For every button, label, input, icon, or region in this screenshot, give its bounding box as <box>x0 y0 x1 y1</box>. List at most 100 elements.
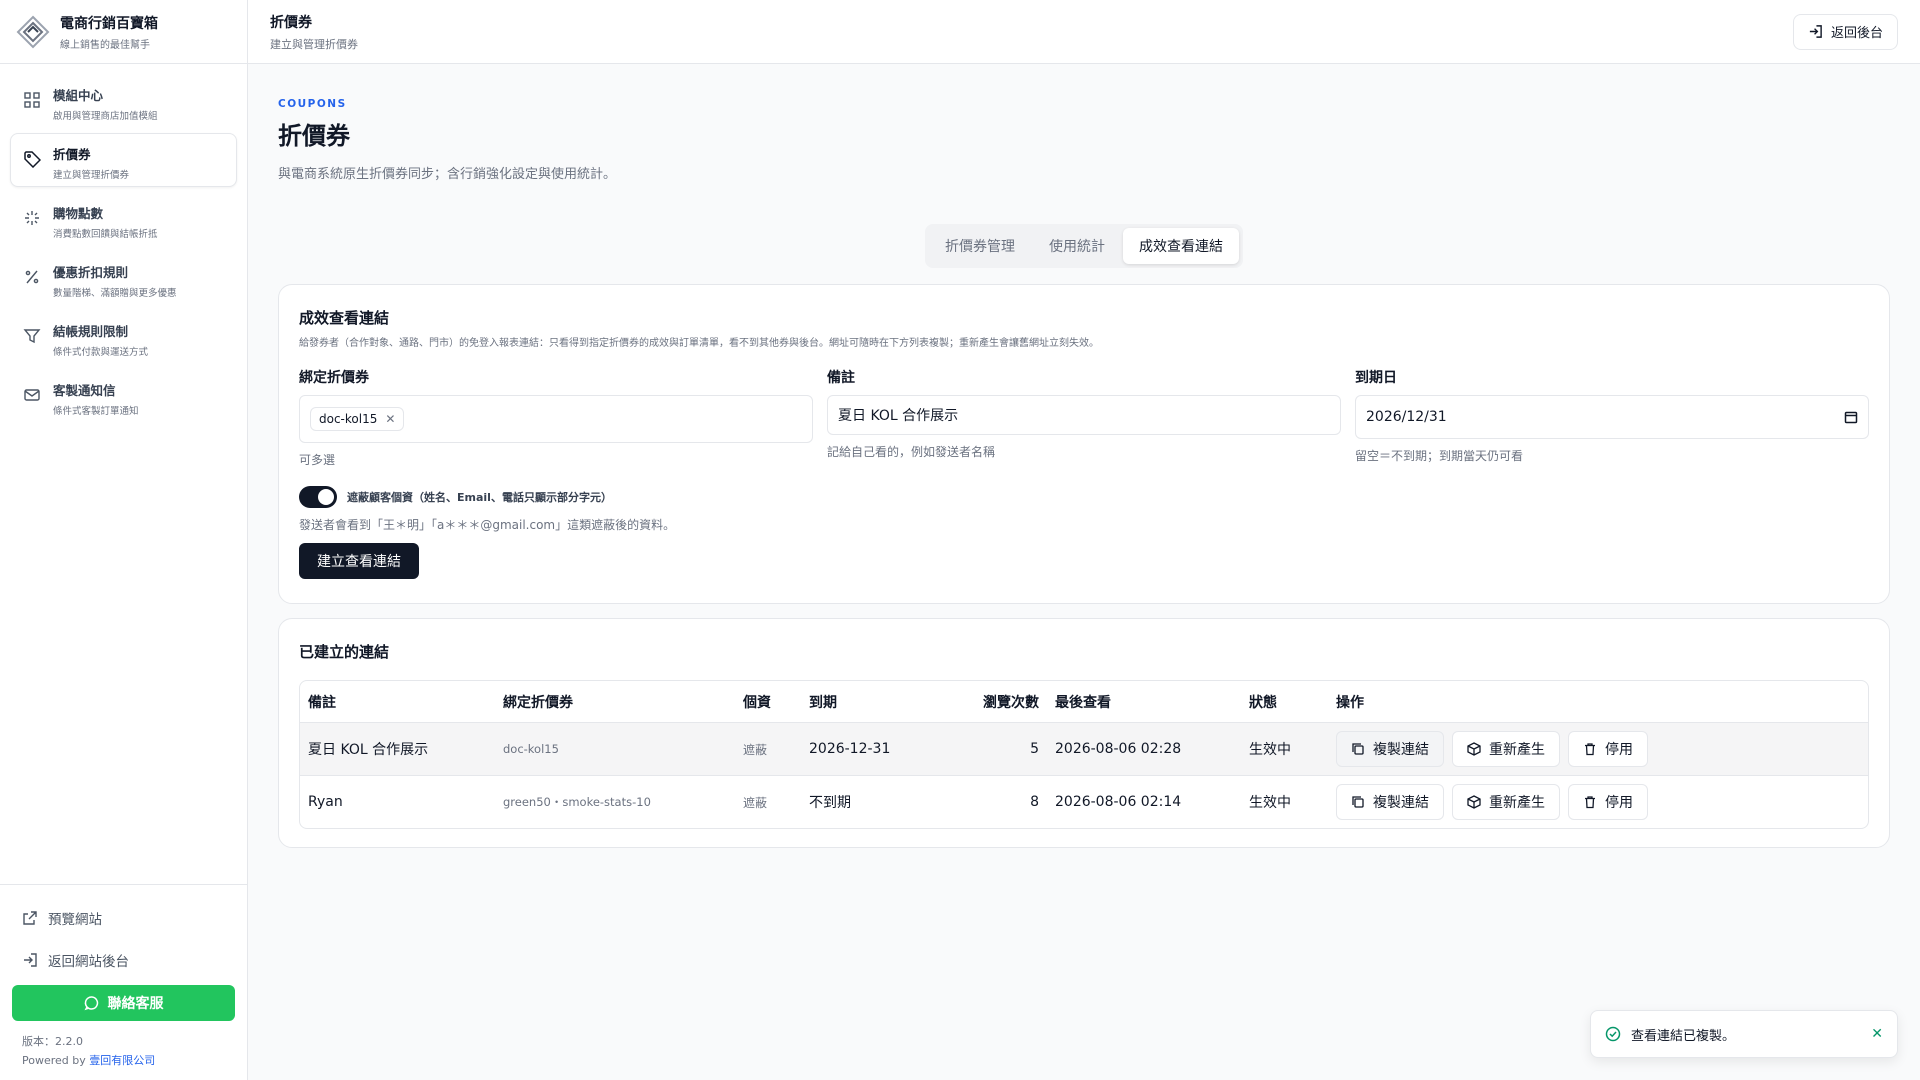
contact-support-button[interactable]: 聯絡客服 <box>12 985 235 1021</box>
back-to-admin-button[interactable]: 返回後台 <box>1792 13 1898 50</box>
disable-button[interactable]: 停用 <box>1568 784 1648 820</box>
tab-performance-links[interactable]: 成效查看連結 <box>1123 228 1239 264</box>
sign-in-icon <box>1809 25 1822 38</box>
sidebar-item-label: 折價券 <box>53 147 91 162</box>
sidebar-item-discount-rules[interactable]: 優惠折扣規則數量階梯、滿額贈與更多優惠 <box>10 251 237 305</box>
sidebar-item-modules[interactable]: 模組中心 啟用與管理商店加值模組 <box>10 74 237 128</box>
coupon-field-label: 綁定折價券 <box>299 370 369 386</box>
row-expiry: 2026-12-31 <box>809 741 891 757</box>
copy-link-label: 複製連結 <box>1373 795 1429 811</box>
coupon-field: 綁定折價券 doc-kol15 ✕ 可多選 <box>299 367 813 468</box>
sidebar-item-desc: 數量階梯、滿額贈與更多優惠 <box>53 288 177 299</box>
tab-usage-stats[interactable]: 使用統計 <box>1033 228 1121 264</box>
row-last-viewed: 2026-08-06 02:14 <box>1055 794 1182 810</box>
sidebar-item-checkout-rules[interactable]: 結帳規則限制條件式付款與運送方式 <box>10 310 237 364</box>
sidebar-item-label: 優惠折扣規則 <box>53 265 129 280</box>
copy-link-button[interactable]: 複製連結 <box>1336 731 1444 767</box>
table-header: 備註 綁定折價券 個資 到期 瀏覽次數 最後查看 狀態 操作 <box>300 681 1868 722</box>
regenerate-button[interactable]: 重新產生 <box>1452 731 1560 767</box>
sidebar-item-notifications[interactable]: 客製通知信條件式客製訂單通知 <box>10 369 237 423</box>
back-to-admin-label: 返回後台 <box>1830 26 1883 41</box>
toast-message: 查看連結已複製。 <box>1631 1028 1736 1044</box>
column-header: 瀏覽次數 <box>983 694 1039 711</box>
page-title: 折價券 <box>278 122 350 150</box>
sidebar-item-desc: 條件式客製訂單通知 <box>53 406 139 417</box>
close-icon[interactable]: ✕ <box>1871 1026 1883 1042</box>
external-link-icon <box>23 911 37 925</box>
calendar-icon[interactable] <box>1844 410 1858 424</box>
column-header: 操作 <box>1336 694 1364 711</box>
preview-site-link[interactable]: 預覽網站 <box>12 901 235 935</box>
sidebar-item-points[interactable]: 購物點數 消費點數回饋與結帳折抵 <box>10 192 237 246</box>
grid-icon <box>24 92 40 108</box>
sidebar-item-label: 結帳規則限制 <box>53 324 129 339</box>
sidebar-item-coupons[interactable]: 折價券 建立與管理折價券 <box>10 133 237 187</box>
disable-label: 停用 <box>1605 742 1633 758</box>
regenerate-label: 重新產生 <box>1489 742 1545 758</box>
column-header: 狀態 <box>1249 694 1277 711</box>
disable-button[interactable]: 停用 <box>1568 731 1648 767</box>
toast-notification: 查看連結已複製。 ✕ <box>1590 1010 1898 1058</box>
create-link-card: 成效查看連結 給發券者（合作對象、通路、門市）的免登入報表連結：只看得到指定折價… <box>278 284 1890 604</box>
powered-by-prefix: Powered by <box>22 1054 86 1067</box>
expiry-field-hint: 留空＝不到期；到期當天仍可看 <box>1355 449 1524 463</box>
coupon-chip: doc-kol15 ✕ <box>310 407 405 431</box>
sidebar: 電商行銷百寶箱 線上銷售的最佳幫手 模組中心 啟用與管理商店加值模組 折價券 建立與… <box>0 0 248 1080</box>
create-link-description: 給發券者（合作對象、通路、門市）的免登入報表連結：只看得到指定折價券的成效與訂單… <box>299 338 1099 349</box>
expiry-field: 到期日 2026/12/31 留空＝不到期；到期當天仍可看 <box>1355 367 1869 468</box>
brand-subtitle: 線上銷售的最佳幫手 <box>60 39 150 51</box>
mask-privacy-note: 發送者會看到「王＊明」「a＊＊＊@gmail.com」這類遮蔽後的資料。 <box>299 518 676 532</box>
table-row: 夏日 KOL 合作展示 doc-kol15 遮蔽 2026-12-31 5 20… <box>300 722 1868 775</box>
create-link-button[interactable]: 建立查看連結 <box>299 543 419 579</box>
check-circle-icon <box>1605 1026 1621 1042</box>
row-note: 夏日 KOL 合作展示 <box>308 742 429 758</box>
regenerate-label: 重新產生 <box>1489 795 1545 811</box>
brand[interactable]: 電商行銷百寶箱 線上銷售的最佳幫手 <box>0 0 247 64</box>
sidebar-footer: 預覽網站 返回網站後台 聯絡客服 版本：2.2.0 Powered by 壹回有… <box>0 884 247 1080</box>
note-field: 備註 夏日 KOL 合作展示 記給自己看的，例如發送者名稱 <box>827 367 1341 468</box>
back-to-site-admin-link[interactable]: 返回網站後台 <box>12 943 235 977</box>
row-coupons: green50・smoke-stats-10 <box>503 795 651 809</box>
topbar-subtitle: 建立與管理折價券 <box>270 37 358 51</box>
chat-icon <box>84 996 98 1011</box>
mail-icon <box>24 389 40 401</box>
page-description: 與電商系統原生折價券同步；含行銷強化設定與使用統計。 <box>278 167 617 182</box>
coupon-multiselect[interactable]: doc-kol15 ✕ <box>299 395 813 443</box>
column-header: 最後查看 <box>1055 694 1111 711</box>
company-link[interactable]: 壹回有限公司 <box>89 1054 155 1067</box>
column-header: 綁定折價券 <box>503 694 573 711</box>
row-privacy: 遮蔽 <box>743 742 768 757</box>
row-coupons: doc-kol15 <box>503 742 559 756</box>
expiry-date-value: 2026/12/31 <box>1366 409 1447 425</box>
links-table: 備註 綁定折價券 個資 到期 瀏覽次數 最後查看 狀態 操作 夏日 KOL 合作… <box>299 680 1869 829</box>
row-status: 生效中 <box>1249 742 1291 758</box>
chip-remove-icon[interactable]: ✕ <box>385 412 395 426</box>
page-eyebrow: COUPONS <box>278 98 347 110</box>
tabs: 折價券管理 使用統計 成效查看連結 <box>925 224 1243 268</box>
expiry-field-label: 到期日 <box>1355 370 1397 386</box>
sidebar-item-label: 客製通知信 <box>53 383 116 398</box>
brand-title: 電商行銷百寶箱 <box>60 15 158 32</box>
contact-support-label: 聯絡客服 <box>107 996 164 1012</box>
cube-icon <box>1467 795 1481 809</box>
mask-privacy-toggle[interactable] <box>299 486 337 508</box>
copy-link-label: 複製連結 <box>1373 742 1429 758</box>
topbar: 折價券 建立與管理折價券 返回後台 <box>248 0 1920 64</box>
copy-icon <box>1352 743 1364 755</box>
tab-coupon-management[interactable]: 折價券管理 <box>929 228 1031 264</box>
note-input[interactable]: 夏日 KOL 合作展示 <box>827 395 1341 435</box>
tag-icon <box>24 151 41 168</box>
row-expiry: 不到期 <box>809 795 851 811</box>
column-header: 備註 <box>308 694 336 711</box>
sign-in-icon <box>24 953 37 967</box>
note-field-hint: 記給自己看的，例如發送者名稱 <box>827 445 996 459</box>
filter-icon <box>23 329 41 344</box>
sidebar-nav: 模組中心 啟用與管理商店加值模組 折價券 建立與管理折價券 購物點數 消費點數回饋與結… <box>0 64 247 438</box>
row-note: Ryan <box>308 794 343 810</box>
copy-link-button[interactable]: 複製連結 <box>1336 784 1444 820</box>
disable-label: 停用 <box>1605 795 1633 811</box>
regenerate-button[interactable]: 重新產生 <box>1452 784 1560 820</box>
sidebar-item-desc: 條件式付款與運送方式 <box>53 347 149 358</box>
sidebar-item-label: 模組中心 <box>53 88 104 103</box>
expiry-date-input[interactable]: 2026/12/31 <box>1355 395 1869 439</box>
